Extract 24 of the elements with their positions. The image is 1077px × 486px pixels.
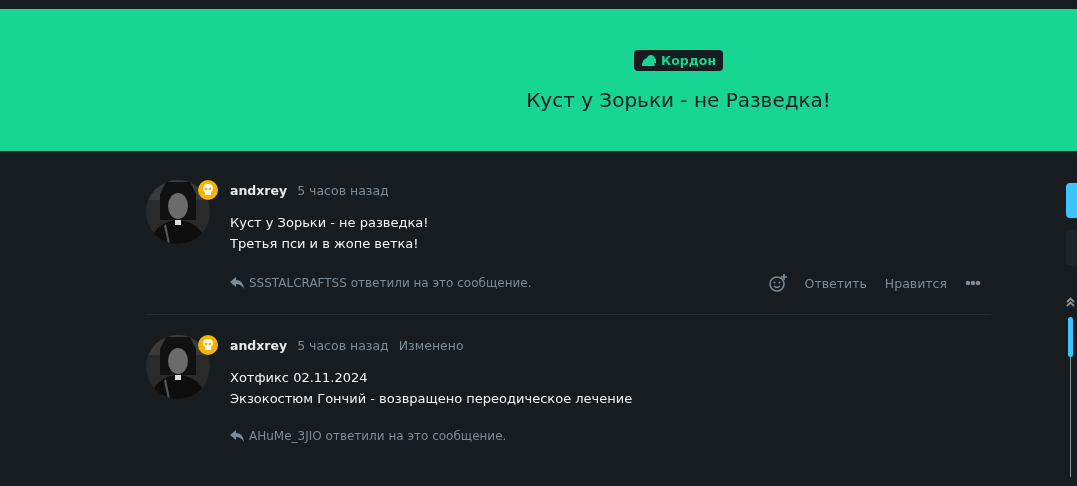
category-tag[interactable]: Кордон	[633, 50, 724, 71]
author-name[interactable]: andxrey	[230, 338, 288, 353]
scrollbar-thumb[interactable]	[1068, 317, 1073, 357]
replies-note[interactable]: SSSTALCRAFTSS ответили на это сообщение.	[249, 276, 532, 290]
replies-note[interactable]: AHuMe_3JIO ответили на это сообщение.	[249, 429, 507, 443]
author-name[interactable]: andxrey	[230, 183, 288, 198]
reply-icon	[230, 277, 244, 289]
edited-label[interactable]: Изменено	[398, 338, 464, 353]
skull-badge-icon	[198, 335, 218, 355]
post-text: Третья пси и в жопе ветка!	[230, 236, 420, 251]
action-link[interactable]: Ответить	[804, 275, 867, 291]
skull-badge-icon	[198, 180, 218, 200]
add-reaction-icon[interactable]	[768, 274, 787, 292]
post-text: Хотфикс 02.11.2024	[230, 370, 369, 385]
post-time[interactable]: 5 часов назад	[297, 183, 389, 198]
post-text: Куст у Зорьки - не разведка!	[230, 215, 430, 230]
post-text: Экзокостюм Гончий - возвращено переодическое лечение	[230, 391, 634, 406]
thread-title: Куст у Зорьки - не Разведка!	[526, 88, 831, 112]
action-link[interactable]: Нравится	[884, 275, 947, 291]
reply-icon	[230, 430, 244, 442]
scroll-top-icon[interactable]	[1066, 297, 1075, 307]
post-time[interactable]: 5 часов назад	[297, 338, 389, 353]
scroll-marker[interactable]	[1066, 183, 1077, 218]
more-icon[interactable]	[965, 280, 981, 286]
